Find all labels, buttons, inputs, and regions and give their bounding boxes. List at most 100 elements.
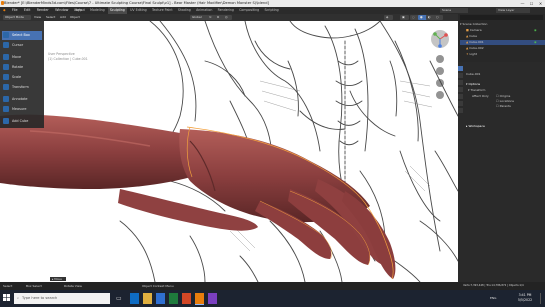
tab-rendering[interactable]: Rendering — [216, 7, 236, 14]
clock-time[interactable]: 3:41 PM — [513, 293, 537, 297]
tool-label: Move — [12, 55, 22, 59]
minimize-button[interactable]: — — [518, 0, 527, 7]
viewport-gizmo-icon[interactable]: ◈ — [384, 15, 393, 20]
tab-texture-paint[interactable]: Texture Paint — [150, 7, 175, 14]
outliner-item[interactable]: ▲ Cube — [460, 34, 477, 39]
mail-app-icon[interactable] — [156, 293, 165, 304]
file-explorer-icon[interactable] — [143, 293, 152, 304]
section-label: Options — [468, 82, 481, 86]
proportional-edit-icon[interactable]: ◎ — [223, 15, 232, 20]
tab-modeling[interactable]: Modeling — [88, 7, 107, 14]
maximize-button[interactable]: ☐ — [527, 0, 536, 7]
outliner-item[interactable]: ✦ Light — [460, 52, 477, 57]
add-menu[interactable]: Add — [58, 15, 68, 20]
scale-icon — [3, 74, 9, 80]
select-box-icon — [3, 32, 9, 38]
tool-rotate[interactable]: Rotate — [2, 63, 42, 72]
window-title: Blender* [E:\BlenderMinds3d.com\Files\Co… — [4, 1, 269, 5]
tab-sculpting[interactable]: Sculpting — [107, 7, 127, 14]
tab-animation[interactable]: Animation — [194, 7, 214, 14]
tool-properties-tab[interactable] — [458, 66, 463, 71]
3d-viewport[interactable]: User Perspective (1) Collection | Cube.0… — [0, 21, 458, 282]
world-properties-tab[interactable] — [458, 94, 463, 99]
show-desktop-button[interactable] — [540, 293, 544, 304]
tool-label: Annotate — [12, 97, 28, 101]
outliner-search-input[interactable] — [460, 15, 543, 20]
visibility-icon[interactable]: ◉ — [534, 28, 537, 32]
search-icon: ⌕ — [17, 296, 20, 300]
xray-icon[interactable]: ▣ — [400, 15, 409, 20]
windows-start-icon[interactable] — [3, 294, 10, 301]
clock-date[interactable]: 5/5/2022 — [513, 298, 537, 302]
outliner-item[interactable]: ▾ Scene Collection — [460, 22, 487, 27]
cursor-icon — [3, 42, 9, 48]
tab-layout[interactable]: Layout — [72, 7, 87, 14]
tab-shading[interactable]: Shading — [176, 7, 193, 14]
edge-browser-icon[interactable] — [130, 293, 139, 304]
tab-compositing[interactable]: Compositing — [237, 7, 261, 14]
object-properties-tab[interactable] — [458, 101, 463, 106]
tool-annotate[interactable]: Annotate — [2, 95, 42, 104]
outliner-item-label: Scene Collection — [462, 22, 488, 26]
modifier-properties-tab[interactable] — [458, 108, 463, 113]
menu-file[interactable]: File — [12, 7, 18, 14]
workspace-section[interactable]: ▸ Workspace — [466, 124, 485, 129]
excel-app-icon[interactable] — [169, 293, 178, 304]
section-label: Workspace — [468, 124, 485, 128]
app-icon[interactable] — [208, 293, 217, 304]
rendered-shading-icon[interactable]: ○ — [434, 15, 443, 20]
outliner-item-label: Cube — [469, 34, 478, 38]
viewport-header: Object Mode View Select Add Object Globa… — [0, 14, 458, 21]
view-menu[interactable]: View — [32, 15, 43, 20]
object-menu[interactable]: Object — [68, 15, 82, 20]
parents-checkbox[interactable]: ☐ Parents — [496, 104, 511, 109]
tool-scale[interactable]: Scale — [2, 73, 42, 82]
visibility-icon[interactable]: ◉ — [534, 40, 537, 44]
outliner-panel: ▾ Scene Collection ■ Camera ▲ Cube ▲ Cub… — [458, 14, 545, 62]
transform-orientation-dropdown[interactable]: Global — [190, 15, 208, 20]
status-bar: Select Box Select Rotate View Object Con… — [0, 282, 545, 290]
output-properties-tab[interactable] — [458, 80, 463, 85]
tool-shelf: Select Box Cursor Move Rotate Scale Tran… — [0, 21, 44, 128]
menu-edit[interactable]: Edit — [24, 7, 31, 14]
tab-uv-editing[interactable]: UV Editing — [128, 7, 149, 14]
outliner-item[interactable]: ▲ Cube.002 — [460, 46, 484, 51]
language-indicator[interactable]: ENG — [490, 296, 496, 300]
tool-move[interactable]: Move — [2, 53, 42, 62]
transform-subsection[interactable]: ▾ Transform — [468, 88, 485, 93]
render-properties-tab[interactable] — [458, 73, 463, 78]
options-section[interactable]: ▾ Options — [466, 82, 480, 87]
tool-label: Rotate — [12, 65, 24, 69]
outliner-item-selected[interactable]: ▲ Cube.001 — [460, 40, 545, 45]
viewport-collection-label: (1) Collection | Cube.001 — [48, 56, 88, 61]
menu-render[interactable]: Render — [37, 7, 49, 14]
last-operator-panel[interactable]: ▸ Move — [50, 277, 66, 281]
taskbar-search-input[interactable]: ⌕ Type here to search — [14, 293, 110, 304]
blender-app-icon[interactable] — [195, 293, 204, 305]
outliner-item[interactable]: ■ Camera — [460, 28, 482, 33]
tool-measure[interactable]: Measure — [2, 105, 42, 114]
menu-window[interactable]: Window — [55, 7, 68, 14]
status-select-hint: Select — [3, 284, 13, 288]
scene-selector[interactable]: Scene — [440, 8, 468, 13]
powerpoint-app-icon[interactable] — [182, 293, 191, 304]
status-context-hint: Object Context Menu — [142, 284, 174, 288]
tool-add-cube[interactable]: Add Cube — [2, 117, 42, 126]
view-layer-selector[interactable]: View Layer — [496, 8, 530, 13]
checkbox-label: Parents — [499, 104, 511, 108]
tool-transform[interactable]: Transform — [2, 83, 42, 92]
mode-dropdown[interactable]: Object Mode — [3, 15, 31, 20]
select-menu[interactable]: Select — [44, 15, 57, 20]
close-button[interactable]: ✕ — [536, 0, 545, 7]
tool-label: Select Box — [12, 33, 30, 37]
move-icon — [3, 54, 9, 60]
scene-properties-tab[interactable] — [458, 87, 463, 92]
tool-cursor[interactable]: Cursor — [2, 41, 42, 50]
blender-menu-icon[interactable]: ◆ — [3, 7, 6, 14]
window-titlebar: Blender* [E:\BlenderMinds3d.com\Files\Co… — [0, 0, 545, 7]
tab-scripting[interactable]: Scripting — [262, 7, 280, 14]
status-box-select-hint: Box Select — [26, 284, 42, 288]
tool-select-box[interactable]: Select Box — [2, 31, 42, 40]
task-view-icon[interactable]: ▭ — [116, 293, 125, 304]
mesh-icon: ▲ — [466, 40, 469, 44]
